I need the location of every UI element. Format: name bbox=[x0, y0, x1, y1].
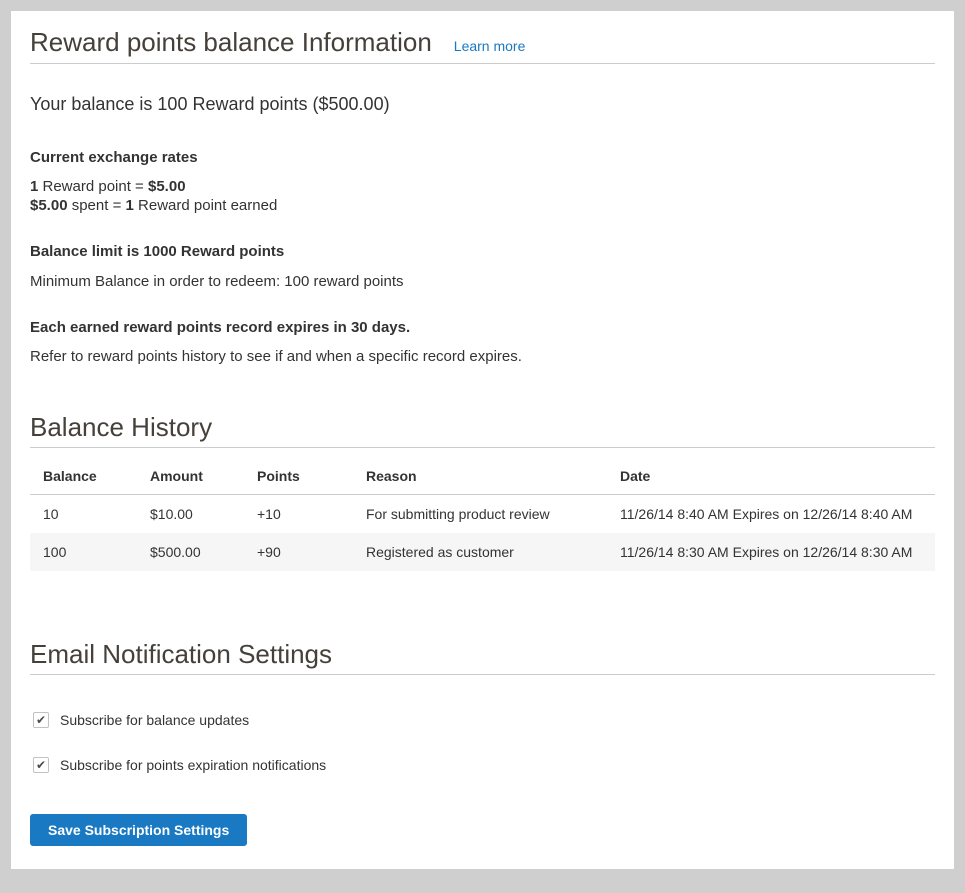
expiration-heading: Each earned reward points record expires… bbox=[30, 318, 935, 337]
cell-points: +90 bbox=[244, 533, 353, 571]
rate2-text1: spent = bbox=[68, 197, 126, 214]
column-header-balance: Balance bbox=[30, 448, 137, 495]
balance-history-title: Balance History bbox=[30, 411, 935, 443]
expiration-notifications-checkbox[interactable]: ✔ bbox=[33, 757, 49, 773]
page-background: { "header": { "title": "Reward points ba… bbox=[0, 11, 965, 893]
balance-updates-label[interactable]: Subscribe for balance updates bbox=[60, 712, 249, 728]
rate2-points: 1 bbox=[126, 197, 134, 214]
header-divider bbox=[30, 63, 935, 64]
column-header-amount: Amount bbox=[137, 448, 244, 495]
rate2-amount: $5.00 bbox=[30, 197, 68, 214]
column-header-date: Date bbox=[607, 448, 935, 495]
cell-date: 11/26/14 8:40 AM Expires on 12/26/14 8:4… bbox=[607, 495, 935, 534]
rate2-text2: Reward point earned bbox=[134, 197, 277, 214]
table-row: 10 $10.00 +10 For submitting product rev… bbox=[30, 495, 935, 534]
cell-reason: For submitting product review bbox=[353, 495, 607, 534]
exchange-rates-heading: Current exchange rates bbox=[30, 148, 935, 167]
column-header-reason: Reason bbox=[353, 448, 607, 495]
cell-balance: 100 bbox=[30, 533, 137, 571]
cell-amount: $10.00 bbox=[137, 495, 244, 534]
table-row: 100 $500.00 +90 Registered as customer 1… bbox=[30, 533, 935, 571]
balance-limit-heading: Balance limit is 1000 Reward points bbox=[30, 242, 935, 261]
reward-points-card: Reward points balance Information Learn … bbox=[11, 11, 954, 869]
table-body: 10 $10.00 +10 For submitting product rev… bbox=[30, 495, 935, 572]
cell-date: 11/26/14 8:30 AM Expires on 12/26/14 8:3… bbox=[607, 533, 935, 571]
save-subscription-settings-button[interactable]: Save Subscription Settings bbox=[30, 814, 247, 846]
minimum-balance-note: Minimum Balance in order to redeem: 100 … bbox=[30, 272, 935, 291]
expiration-notifications-option: ✔ Subscribe for points expiration notifi… bbox=[33, 757, 935, 773]
expiration-notifications-label[interactable]: Subscribe for points expiration notifica… bbox=[60, 757, 326, 773]
rate1-amount: $5.00 bbox=[148, 178, 186, 195]
expiration-note: Refer to reward points history to see if… bbox=[30, 347, 935, 366]
cell-reason: Registered as customer bbox=[353, 533, 607, 571]
rate1-text: Reward point = bbox=[38, 178, 148, 195]
email-settings-title: Email Notification Settings bbox=[30, 638, 935, 670]
table-header-row: Balance Amount Points Reason Date bbox=[30, 448, 935, 495]
exchange-rates-lines: 1 Reward point = $5.00 $5.00 spent = 1 R… bbox=[30, 177, 935, 215]
learn-more-link[interactable]: Learn more bbox=[454, 38, 526, 54]
page-title: Reward points balance Information bbox=[30, 25, 432, 59]
table-header: Balance Amount Points Reason Date bbox=[30, 448, 935, 495]
page-header: Reward points balance Information Learn … bbox=[30, 25, 935, 59]
check-icon: ✔ bbox=[36, 714, 46, 726]
balance-summary: Your balance is 100 Reward points ($500.… bbox=[30, 93, 935, 115]
balance-history-table: Balance Amount Points Reason Date 10 $10… bbox=[30, 448, 935, 571]
balance-updates-option: ✔ Subscribe for balance updates bbox=[33, 712, 935, 728]
column-header-points: Points bbox=[244, 448, 353, 495]
check-icon: ✔ bbox=[36, 759, 46, 771]
cell-amount: $500.00 bbox=[137, 533, 244, 571]
email-settings-divider bbox=[30, 674, 935, 675]
cell-points: +10 bbox=[244, 495, 353, 534]
balance-updates-checkbox[interactable]: ✔ bbox=[33, 712, 49, 728]
cell-balance: 10 bbox=[30, 495, 137, 534]
